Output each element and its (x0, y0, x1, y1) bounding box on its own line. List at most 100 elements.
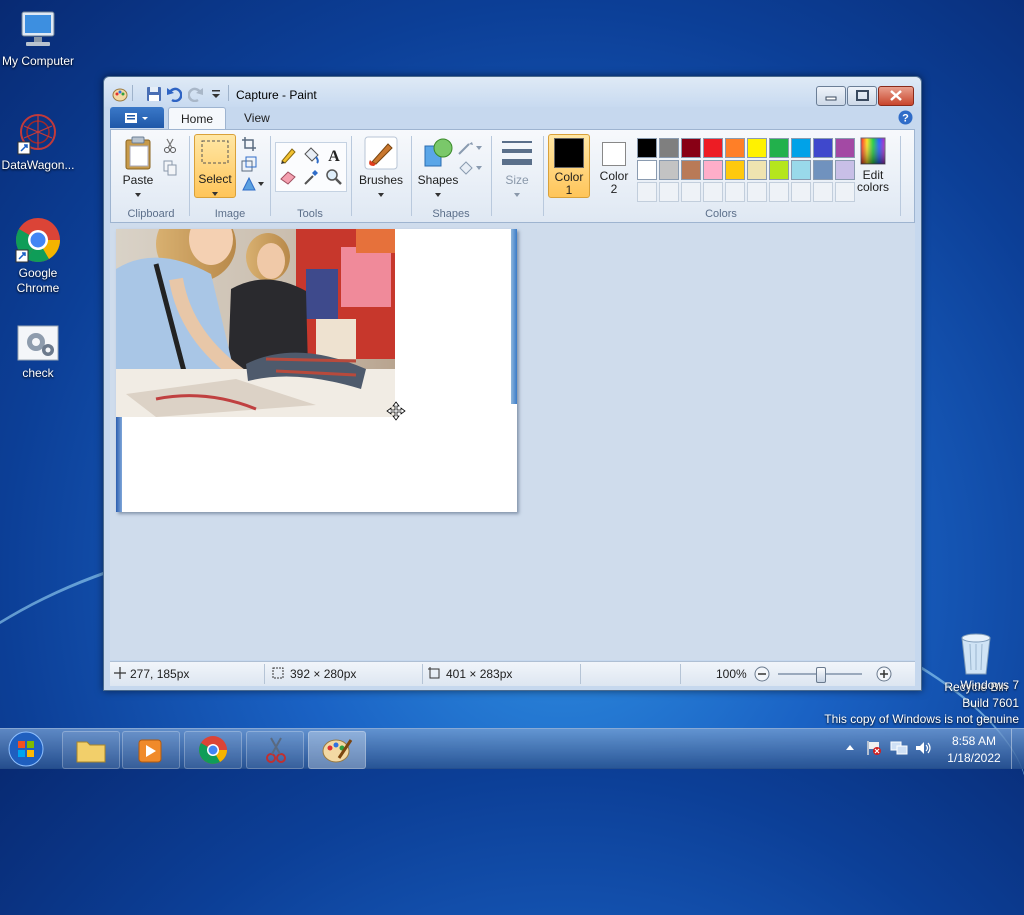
selection-size-icon (272, 667, 284, 682)
desktop-icon-google-chrome[interactable]: Google Chrome (0, 216, 76, 296)
resize-icon[interactable] (241, 156, 257, 175)
help-icon[interactable]: ? (898, 110, 913, 128)
cut-icon[interactable] (163, 138, 177, 157)
custom-color-slot[interactable] (747, 182, 767, 202)
select-button[interactable]: Select (194, 134, 236, 198)
color-swatch[interactable] (769, 138, 789, 158)
outline-icon[interactable] (457, 140, 483, 159)
paint-window[interactable]: Capture - Paint Home View ? Paste Clipbo… (103, 76, 922, 691)
maximize-button[interactable] (847, 86, 877, 106)
text-icon[interactable]: A (325, 146, 343, 167)
status-separator (422, 664, 423, 684)
desktop-icon-datawagon[interactable]: DataWagon... (0, 112, 76, 172)
taskbar-media-player[interactable] (122, 731, 180, 769)
image-size: 401 × 283px (446, 667, 513, 681)
custom-color-slot[interactable] (835, 182, 855, 202)
custom-color-slot[interactable] (637, 182, 657, 202)
color-swatch[interactable] (835, 138, 855, 158)
desktop-icon-check[interactable]: check (0, 324, 76, 380)
zoom-out-button[interactable] (754, 666, 770, 685)
zoom-in-button[interactable] (876, 666, 892, 685)
eraser-icon[interactable] (279, 168, 297, 189)
color-swatch[interactable] (703, 138, 723, 158)
desktop-icon-my-computer[interactable]: My Computer (0, 8, 76, 68)
title-bar[interactable]: Capture - Paint (104, 77, 921, 107)
color1-button[interactable]: Color 1 (548, 134, 590, 198)
color-swatch[interactable] (637, 138, 657, 158)
crop-icon[interactable] (241, 136, 257, 155)
magnifier-icon[interactable] (325, 168, 343, 189)
taskbar-snipping-tool[interactable] (246, 731, 304, 769)
paste-button[interactable]: Paste (117, 136, 159, 201)
shapes-icon (424, 138, 453, 167)
tab-view[interactable]: View (232, 107, 282, 129)
taskbar-paint[interactable] (308, 731, 366, 769)
clock-date[interactable]: 1/18/2022 (944, 751, 1004, 765)
custom-color-slot[interactable] (681, 182, 701, 202)
color-swatch[interactable] (835, 160, 855, 180)
chevron-down-icon (514, 193, 520, 197)
color-swatch[interactable] (747, 138, 767, 158)
status-separator (580, 664, 581, 684)
taskbar-explorer[interactable] (62, 731, 120, 769)
custom-color-slot[interactable] (769, 182, 789, 202)
custom-color-slot[interactable] (725, 182, 745, 202)
rotate-icon[interactable] (241, 176, 265, 195)
minimize-icon (825, 96, 837, 101)
color2-button[interactable]: Color 2 (594, 134, 634, 196)
undo-icon[interactable] (166, 86, 183, 103)
minimize-button[interactable] (816, 86, 846, 106)
fill-icon[interactable] (457, 160, 483, 179)
start-button[interactable] (6, 730, 46, 768)
custom-color-slot[interactable] (813, 182, 833, 202)
network-icon[interactable] (890, 740, 908, 759)
color-swatch[interactable] (791, 160, 811, 180)
clipboard-group-label: Clipboard (127, 208, 175, 220)
color-swatch[interactable] (747, 160, 767, 180)
desktop-icon-label: check (22, 366, 54, 380)
color-swatch[interactable] (681, 160, 701, 180)
windows-logo-icon (8, 731, 44, 767)
color-swatch[interactable] (725, 160, 745, 180)
save-icon[interactable] (146, 86, 162, 102)
color-swatch[interactable] (791, 138, 811, 158)
pasted-photo-selection[interactable] (116, 229, 395, 417)
size-button[interactable]: Size (497, 136, 537, 201)
paint-palette-icon (322, 739, 353, 763)
zoom-slider-thumb[interactable] (816, 667, 826, 683)
show-desktop-button[interactable] (1011, 729, 1024, 769)
color-swatch[interactable] (659, 160, 679, 180)
drawing-canvas[interactable] (116, 229, 517, 512)
taskbar-chrome[interactable] (184, 731, 242, 769)
shapes-button[interactable]: Shapes (413, 136, 463, 201)
color-swatch[interactable] (703, 160, 723, 180)
action-center-flag-icon[interactable] (866, 740, 882, 759)
copy-icon[interactable] (163, 160, 177, 179)
desktop-icon-label: Google Chrome (16, 266, 60, 295)
color-swatch[interactable] (769, 160, 789, 180)
color-swatch[interactable] (813, 138, 833, 158)
color-swatch[interactable] (725, 138, 745, 158)
close-button[interactable] (878, 86, 914, 106)
paint-app-icon[interactable] (112, 86, 128, 102)
color-swatch[interactable] (637, 160, 657, 180)
tab-home[interactable]: Home (168, 107, 227, 130)
paint-menu-button[interactable] (110, 107, 164, 128)
clock-time[interactable]: 8:58 AM (944, 734, 1004, 748)
canvas-workspace[interactable] (110, 223, 915, 660)
edit-colors-button[interactable]: Edit colors (853, 134, 893, 196)
quick-access-dropdown-icon[interactable] (210, 86, 226, 102)
color-swatch[interactable] (813, 160, 833, 180)
fill-bucket-icon[interactable] (302, 146, 320, 167)
volume-icon[interactable] (914, 740, 932, 759)
custom-color-slot[interactable] (703, 182, 723, 202)
custom-color-slot[interactable] (791, 182, 811, 202)
color-picker-icon[interactable] (302, 168, 320, 189)
color-swatch[interactable] (681, 138, 701, 158)
redo-icon[interactable] (187, 86, 204, 103)
color-swatch[interactable] (659, 138, 679, 158)
show-hidden-icons-button[interactable] (845, 742, 855, 756)
pencil-icon[interactable] (279, 146, 297, 167)
brushes-button[interactable]: Brushes (355, 136, 407, 201)
custom-color-slot[interactable] (659, 182, 679, 202)
